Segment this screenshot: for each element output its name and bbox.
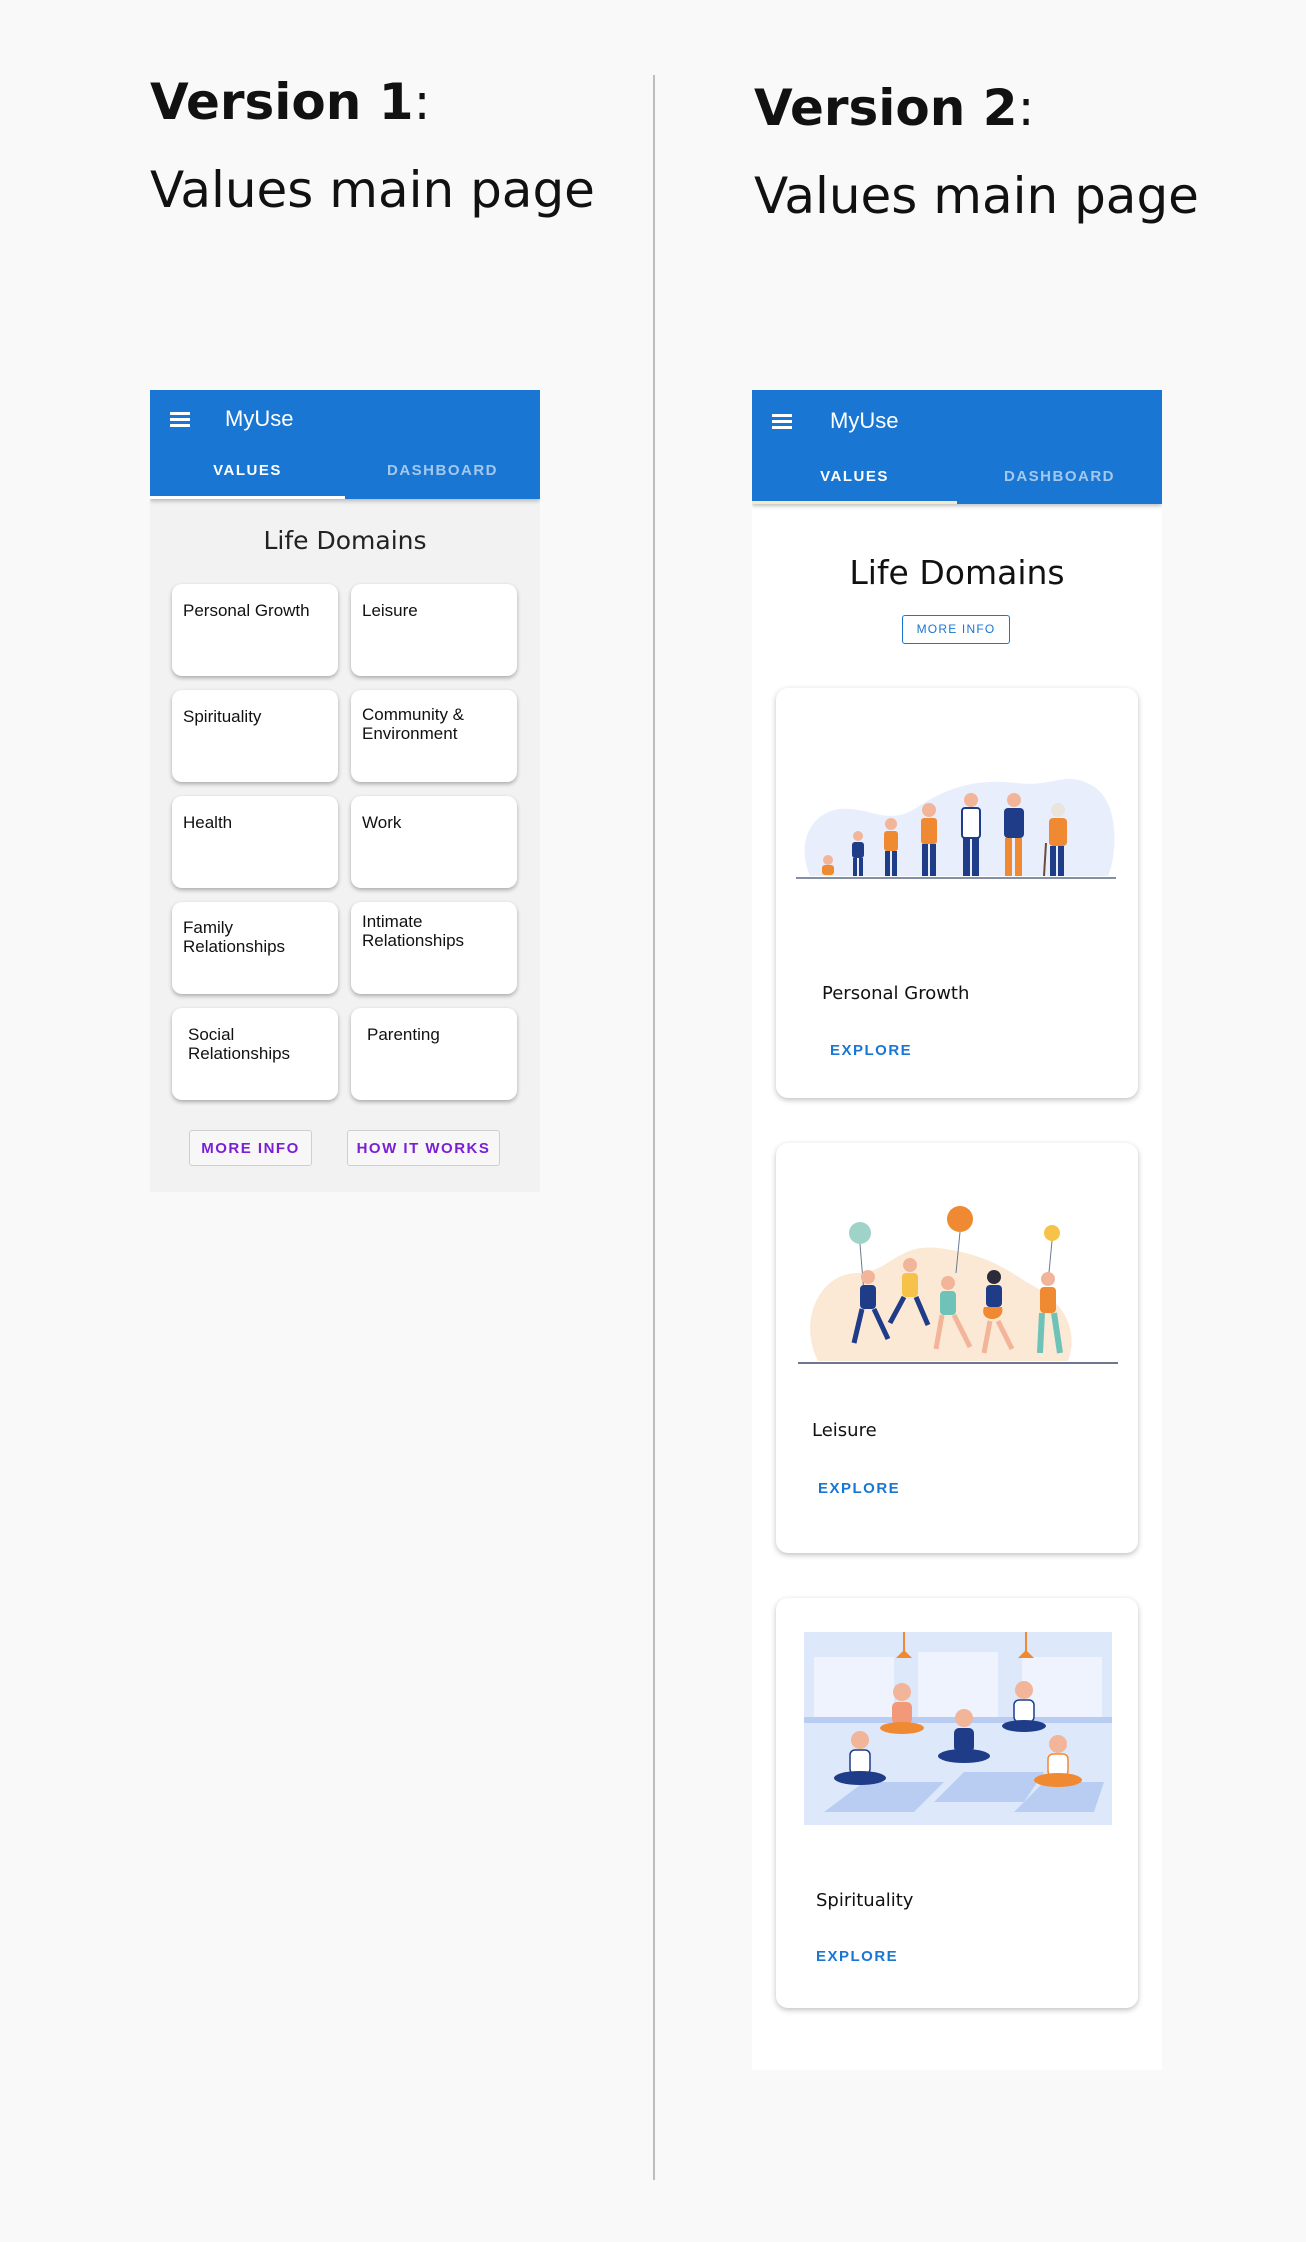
personal-growth-illustration (796, 778, 1116, 879)
version2-heading-label: Version 2 (754, 79, 1018, 137)
tile-label: Community & Environment (362, 705, 465, 743)
version2-heading: Version 2: (754, 78, 1034, 138)
more-info-button[interactable]: MORE INFO (902, 615, 1010, 644)
card-label: Personal Growth (822, 983, 970, 1004)
tile-label: Family Relationships (183, 918, 286, 956)
tab-dashboard[interactable]: DASHBOARD (957, 468, 1162, 485)
domain-tile-leisure[interactable]: Leisure (351, 584, 517, 676)
domain-tile-personal-growth[interactable]: Personal Growth (172, 584, 338, 676)
column-divider (653, 75, 655, 2180)
app-title: MyUse (225, 406, 294, 431)
version1-heading: Version 1: (150, 72, 430, 132)
version2-subheading: Values main page (754, 167, 1199, 225)
explore-button[interactable]: EXPLORE (816, 1948, 898, 1965)
version2-heading-colon: : (1017, 79, 1035, 137)
how-it-works-button[interactable]: HOW IT WORKS (347, 1130, 500, 1166)
domain-tile-health[interactable]: Health (172, 796, 338, 888)
version1-app-screen: MyUse VALUES DASHBOARD Life Domains Pers… (150, 390, 540, 1192)
app-bar: MyUse VALUES DASHBOARD (752, 390, 1162, 504)
explore-button[interactable]: EXPLORE (818, 1480, 900, 1497)
domain-tile-spirituality[interactable]: Spirituality (172, 690, 338, 782)
domain-tile-intimate-relationships[interactable]: Intimate Relationships (351, 902, 517, 994)
tile-label: Social Relationships (188, 1025, 291, 1063)
tile-label: Leisure (362, 601, 418, 620)
domain-tile-parenting[interactable]: Parenting (351, 1008, 517, 1100)
domain-tile-work[interactable]: Work (351, 796, 517, 888)
tab-indicator (150, 496, 345, 499)
more-info-button[interactable]: MORE INFO (189, 1130, 312, 1166)
tile-label: Parenting (367, 1025, 440, 1044)
tab-values[interactable]: VALUES (150, 462, 345, 479)
menu-icon[interactable] (772, 414, 792, 430)
tile-label: Work (362, 813, 402, 832)
leisure-illustration (798, 1206, 1118, 1364)
domain-tile-social-relationships[interactable]: Social Relationships (172, 1008, 338, 1100)
domain-tile-family-relationships[interactable]: Family Relationships (172, 902, 338, 994)
version1-heading-colon: : (413, 73, 431, 131)
domain-card-spirituality[interactable]: Spirituality EXPLORE (776, 1598, 1138, 2008)
app-title: MyUse (830, 408, 899, 433)
tab-indicator (752, 501, 957, 504)
version1-subheading: Values main page (150, 161, 595, 219)
card-label: Spirituality (816, 1890, 914, 1911)
spirituality-illustration (804, 1632, 1112, 1825)
menu-icon[interactable] (170, 412, 190, 428)
domain-card-leisure[interactable]: Leisure EXPLORE (776, 1143, 1138, 1553)
tile-label: Spirituality (183, 707, 262, 726)
page-title: Life Domains (263, 526, 427, 555)
app-bar: MyUse VALUES DASHBOARD (150, 390, 540, 499)
version2-app-screen: MyUse VALUES DASHBOARD Life Domains MORE… (752, 390, 1162, 2070)
tile-label: Personal Growth (183, 601, 310, 620)
tab-values[interactable]: VALUES (752, 468, 957, 485)
tile-label: Health (183, 813, 233, 832)
domain-tile-community-environment[interactable]: Community & Environment (351, 690, 517, 782)
page-title: Life Domains (849, 553, 1065, 592)
domain-card-personal-growth[interactable]: Personal Growth EXPLORE (776, 688, 1138, 1098)
card-label: Leisure (812, 1420, 877, 1441)
explore-button[interactable]: EXPLORE (830, 1042, 912, 1059)
version1-heading-label: Version 1 (150, 73, 414, 131)
tab-dashboard[interactable]: DASHBOARD (345, 462, 540, 479)
tile-label: Intimate Relationships (362, 912, 465, 950)
